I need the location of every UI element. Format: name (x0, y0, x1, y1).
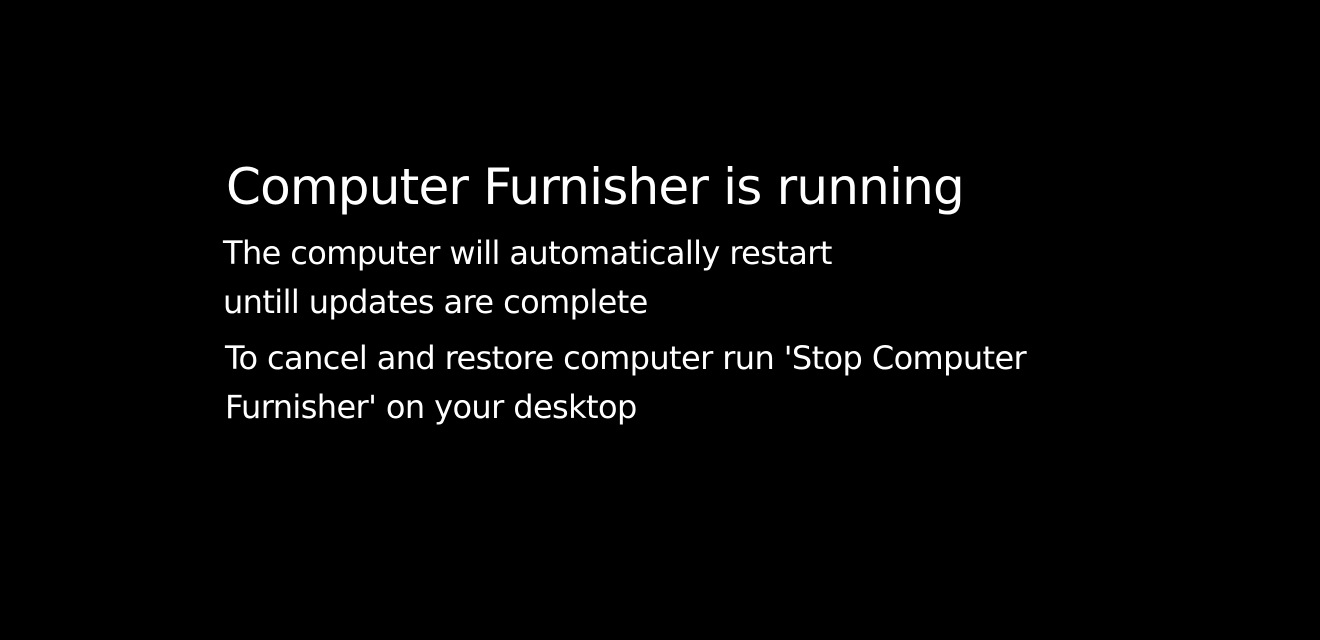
screen-title: Computer Furnisher is running (226, 158, 965, 216)
message-line-2: untill updates are complete (223, 283, 648, 321)
lock-screen: Computer Furnisher is running The comput… (0, 0, 1320, 640)
message-line-3: To cancel and restore computer run 'Stop… (225, 339, 1027, 377)
message-line-1: The computer will automatically restart (223, 234, 832, 272)
message-line-4: Furnisher' on your desktop (225, 388, 637, 426)
